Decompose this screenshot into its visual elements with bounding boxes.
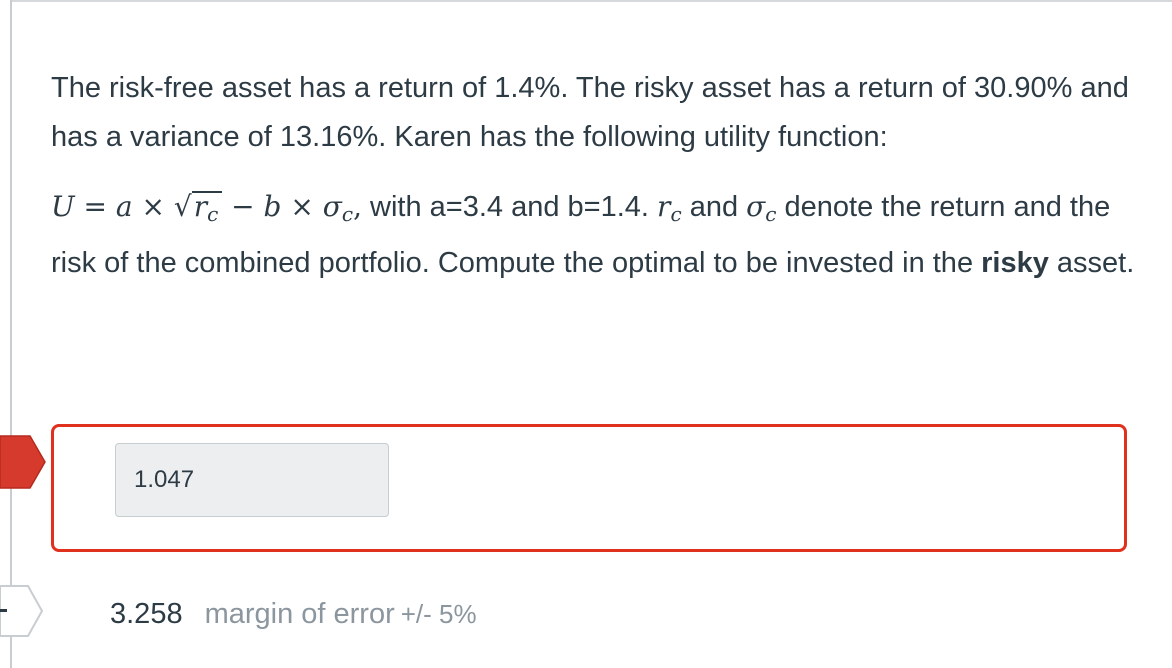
question-paragraph-2: U = a × √rc − b × σc, with a=3.4 and b=1…: [51, 190, 1135, 279]
correct-answer-arrow-icon: [0, 585, 44, 637]
incorrect-answer-arrow-icon: [0, 435, 46, 489]
question-left-border: [10, 0, 12, 668]
margin-of-error-label: margin of error: [204, 598, 395, 630]
correct-answer-value: 3.258: [110, 598, 183, 630]
question-top-border: [10, 0, 1172, 2]
answer-input[interactable]: 1.047: [115, 443, 389, 517]
symbol-sigma-c: σc: [746, 190, 777, 226]
correct-answer: 3.258 margin of error +/- 5%: [110, 594, 477, 634]
utility-formula: U = a × √rc − b × σc,: [51, 190, 362, 226]
sqrt-icon: √: [173, 190, 192, 223]
symbol-rc: rc: [657, 190, 682, 226]
question-paragraph-1: The risk-free asset has a return of 1.4%…: [51, 72, 1129, 153]
question-text: The risk-free asset has a return of 1.4%…: [51, 64, 1146, 287]
sqrt-radicand: rc: [191, 191, 223, 228]
margin-of-error-value: +/- 5%: [400, 599, 477, 629]
